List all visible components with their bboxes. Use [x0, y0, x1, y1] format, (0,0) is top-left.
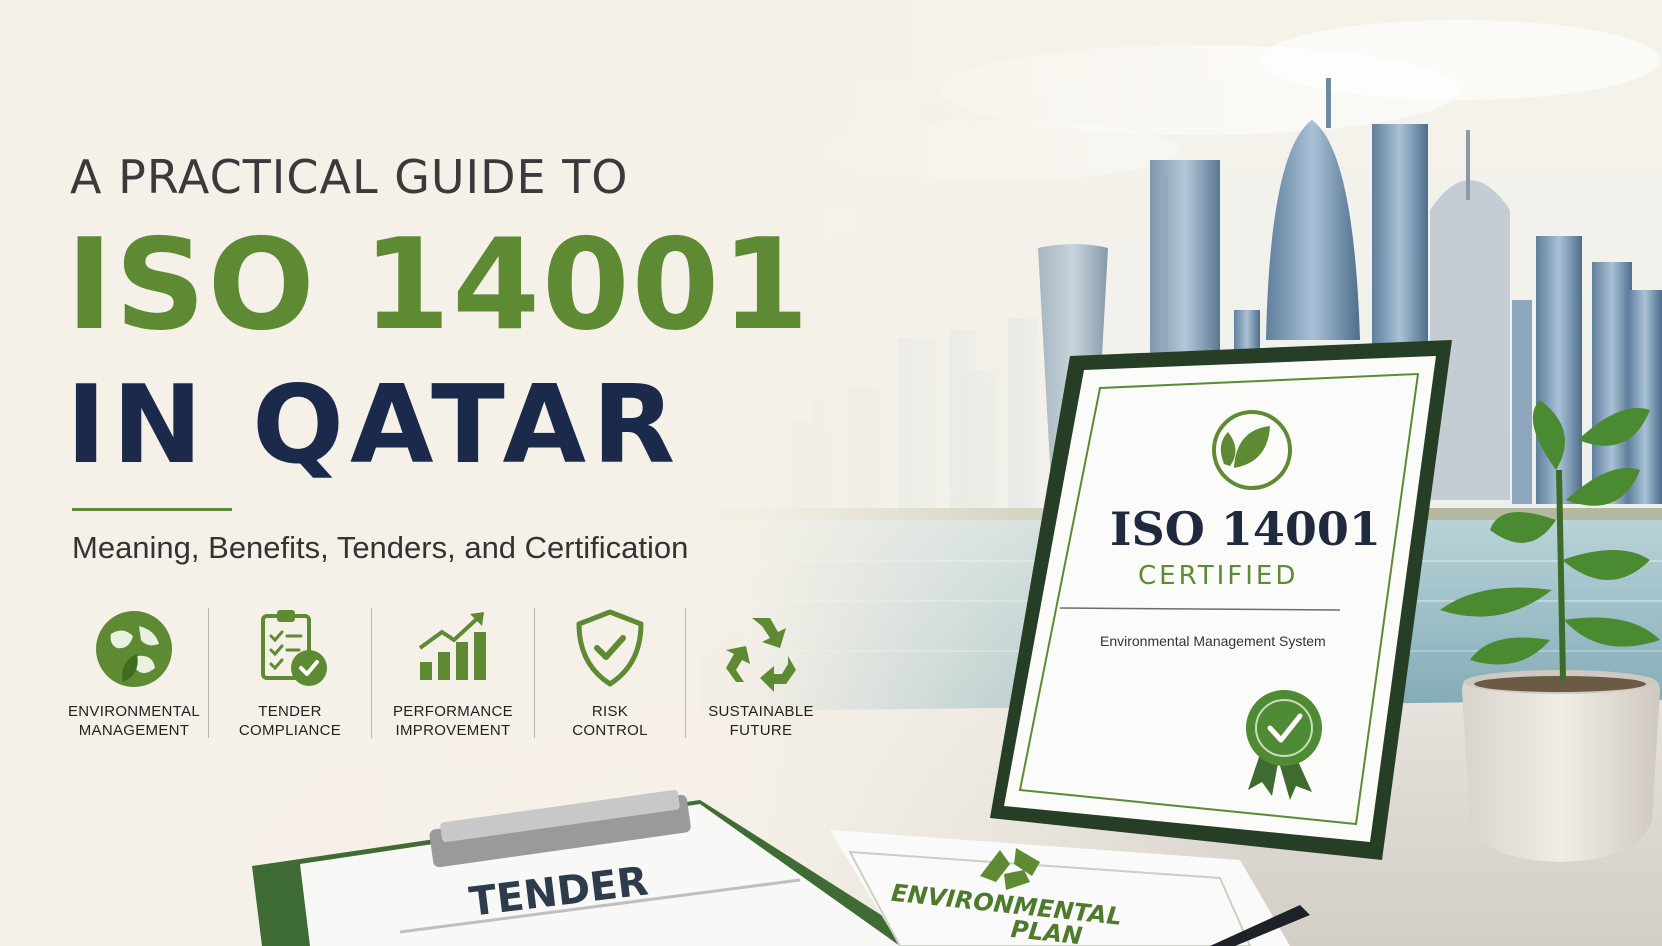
feature-label-line2: FUTURE [729, 722, 793, 739]
hero-kicker: A PRACTICAL GUIDE TO [70, 150, 629, 204]
feature-label-line2: IMPROVEMENT [395, 722, 511, 739]
recycle-icon [726, 618, 796, 692]
feature-label-line1: PERFORMANCE [393, 703, 513, 720]
certificate-caption: Environmental Management System [1100, 633, 1326, 649]
hero-title-line1: ISO 14001 [66, 211, 811, 358]
feature-environmental-management: ENVIRONMENTAL MANAGEMENT [60, 604, 208, 744]
feature-label-line1: RISK [591, 703, 629, 720]
certificate-title: ISO 14001 [1110, 502, 1381, 556]
clipboard-check-icon [261, 610, 327, 686]
feature-sustainable-future: SUSTAINABLE FUTURE [686, 604, 836, 744]
hero-subtitle: Meaning, Benefits, Tenders, and Certific… [72, 530, 689, 565]
certificate-frame: ISO 14001 CERTIFIED Environmental Manage… [990, 340, 1452, 860]
feature-label-line1: TENDER [258, 703, 322, 720]
growth-chart-icon [418, 612, 486, 680]
feature-label-line2: COMPLIANCE [238, 722, 342, 739]
feature-tender-compliance: TENDER COMPLIANCE [209, 604, 371, 744]
feature-performance-improvement: PERFORMANCE IMPROVEMENT [372, 604, 534, 744]
hero-title-line2: IN QATAR [66, 363, 682, 488]
feature-label-line2: MANAGEMENT [78, 722, 190, 739]
certificate-subtitle: CERTIFIED [1138, 561, 1298, 591]
feature-risk-control: RISK CONTROL [535, 604, 685, 744]
feature-row: ENVIRONMENTAL MANAGEMENT TENDER COMPLIANCE [60, 604, 840, 744]
feature-label-line1: SUSTAINABLE [708, 703, 814, 720]
globe-leaf-icon [96, 611, 172, 687]
shield-check-icon [576, 609, 644, 687]
title-underline [72, 508, 232, 511]
feature-label-line1: ENVIRONMENTAL [68, 703, 200, 720]
feature-label-line2: CONTROL [572, 722, 648, 739]
hero-text-panel: A PRACTICAL GUIDE TO ISO 14001 IN QATAR … [0, 0, 900, 946]
